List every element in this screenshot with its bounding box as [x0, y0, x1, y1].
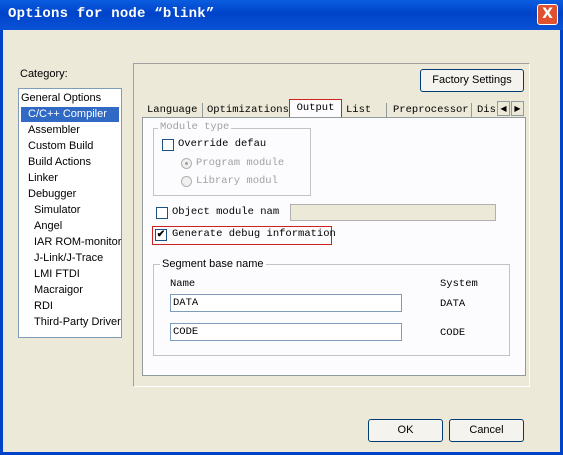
- segment-name-header: Name: [170, 278, 196, 290]
- program-module-radio[interactable]: [181, 158, 192, 169]
- segment-system-header: System: [440, 278, 478, 290]
- category-item-jlink-jtrace[interactable]: J-Link/J-Trace: [34, 251, 103, 266]
- category-item-third-party-driver[interactable]: Third-Party Driver: [34, 315, 121, 330]
- window-title: Options for node “blink”: [8, 6, 215, 22]
- library-module-label: Library modul: [196, 175, 278, 187]
- close-icon[interactable]: X: [537, 4, 558, 25]
- tab-diagnostics[interactable]: Dis: [477, 102, 495, 118]
- tab-preprocessor[interactable]: Preprocessor: [393, 102, 469, 118]
- tab-output[interactable]: Output: [289, 99, 342, 118]
- segment-base-name-title: Segment base name: [160, 258, 266, 270]
- cancel-button[interactable]: Cancel: [449, 419, 524, 442]
- program-module-label: Program module: [196, 157, 285, 169]
- window-frame-left: [0, 30, 3, 455]
- tab-divider: [471, 103, 472, 117]
- tab-scroll-right-icon[interactable]: ▶: [511, 101, 524, 116]
- object-module-name-input[interactable]: [290, 204, 496, 221]
- tab-language[interactable]: Language: [147, 102, 197, 118]
- object-module-name-checkbox[interactable]: [156, 207, 168, 219]
- category-item-cpp-compiler[interactable]: C/C++ Compiler: [21, 107, 119, 122]
- category-item-angel[interactable]: Angel: [34, 219, 62, 234]
- tab-list[interactable]: List: [346, 102, 371, 118]
- category-item-macraigor[interactable]: Macraigor: [34, 283, 83, 298]
- category-item-rdi[interactable]: RDI: [34, 299, 53, 314]
- module-type-title: Module type: [158, 121, 232, 133]
- category-item-linker[interactable]: Linker: [28, 171, 58, 186]
- ok-button[interactable]: OK: [368, 419, 443, 442]
- category-item-lmi-ftdi[interactable]: LMI FTDI: [34, 267, 80, 282]
- object-module-name-label: Object module nam: [172, 206, 280, 218]
- override-default-label: Override defau: [178, 138, 267, 150]
- category-label: Category:: [20, 68, 68, 80]
- data-segment-system: DATA: [440, 298, 466, 310]
- factory-settings-button[interactable]: Factory Settings: [420, 69, 524, 92]
- category-item-debugger[interactable]: Debugger: [28, 187, 76, 202]
- category-item-custom-build[interactable]: Custom Build: [28, 139, 93, 154]
- generate-debug-info-label: Generate debug information: [172, 228, 336, 240]
- tab-scroll-left-icon[interactable]: ◀: [497, 101, 510, 116]
- category-item-simulator[interactable]: Simulator: [34, 203, 80, 218]
- code-segment-system: CODE: [440, 327, 466, 339]
- code-segment-input[interactable]: CODE: [170, 323, 402, 341]
- category-item-assembler[interactable]: Assembler: [28, 123, 80, 138]
- category-item-iar-rom-monitor[interactable]: IAR ROM-monitor: [34, 235, 121, 250]
- category-item-general-options[interactable]: General Options: [21, 91, 101, 106]
- category-item-build-actions[interactable]: Build Actions: [28, 155, 91, 170]
- data-segment-input[interactable]: DATA: [170, 294, 402, 312]
- library-module-radio[interactable]: [181, 176, 192, 187]
- tab-divider: [386, 103, 387, 117]
- category-list[interactable]: General Options C/C++ Compiler Assembler…: [18, 88, 122, 338]
- tab-optimizations[interactable]: Optimizations: [207, 102, 289, 118]
- tab-divider: [202, 103, 203, 117]
- override-default-checkbox[interactable]: [162, 139, 174, 151]
- generate-debug-info-checkbox[interactable]: ✔: [155, 229, 167, 241]
